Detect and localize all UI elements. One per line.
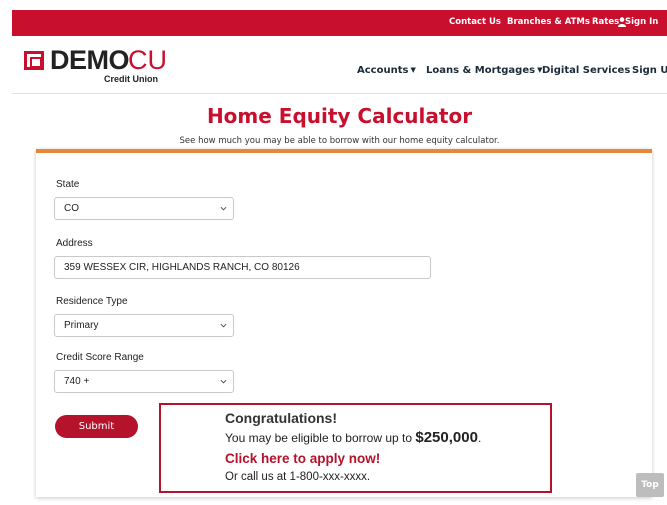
nav-loans-label: Loans & Mortgages	[426, 65, 536, 76]
logo-mark-icon	[24, 51, 44, 70]
eligible-amount: $250,000	[415, 429, 478, 446]
result-heading: Congratulations!	[225, 410, 337, 426]
browser-viewport: Contact Us Branches & ATMs Rates Sign In…	[12, 10, 667, 505]
nav-accounts-label: Accounts	[357, 65, 409, 76]
logo-accent: CU	[128, 45, 167, 75]
nav-sign-up[interactable]: Sign Up	[632, 65, 667, 76]
logo-wordmark: DEMO	[50, 45, 130, 75]
sign-in-link[interactable]: Sign In	[625, 17, 658, 27]
apply-now-link[interactable]: Click here to apply now!	[225, 451, 550, 466]
demo-cu-logo[interactable]: DEMO CU Credit Union	[24, 45, 174, 89]
state-select[interactable]: CO	[54, 197, 234, 220]
chevron-down-icon	[220, 206, 227, 211]
rates-link[interactable]: Rates	[592, 17, 619, 27]
address-label: Address	[56, 238, 93, 249]
contact-us-link[interactable]: Contact Us	[449, 17, 501, 27]
site-header: DEMO CU Credit Union Accounts ▼ Loans & M…	[12, 36, 667, 94]
branches-atms-link[interactable]: Branches & ATMs	[507, 17, 590, 27]
eligibility-line: You may be eligible to borrow up to $250…	[225, 429, 482, 446]
submit-button[interactable]: Submit	[55, 415, 138, 438]
logo-tagline: Credit Union	[104, 74, 158, 84]
nav-accounts[interactable]: Accounts ▼	[357, 65, 416, 76]
scroll-to-top-button[interactable]: Top	[636, 473, 664, 497]
calculator-form-card: State CO Address 359 WESSEX CIR, HIGHLAN…	[36, 149, 652, 497]
address-value: 359 WESSEX CIR, HIGHLANDS RANCH, CO 8012…	[64, 262, 300, 273]
chevron-down-icon	[220, 379, 227, 384]
chevron-down-icon: ▼	[410, 66, 416, 74]
residence-type-select[interactable]: Primary	[54, 314, 234, 337]
address-input[interactable]: 359 WESSEX CIR, HIGHLANDS RANCH, CO 8012…	[54, 256, 431, 279]
page-title: Home Equity Calculator	[206, 104, 473, 128]
credit-score-value: 740 +	[64, 376, 90, 387]
state-value: CO	[64, 203, 79, 214]
eligibility-text: You may be eligible to borrow up to	[225, 431, 413, 445]
chevron-down-icon	[220, 323, 227, 328]
residence-type-label: Residence Type	[56, 296, 128, 307]
result-box: Congratulations! You may be eligible to …	[159, 403, 552, 493]
credit-score-label: Credit Score Range	[56, 352, 144, 363]
nav-loans-mortgages[interactable]: Loans & Mortgages ▼	[426, 65, 542, 76]
residence-type-value: Primary	[64, 320, 99, 331]
state-label: State	[56, 179, 80, 190]
page-subtitle: See how much you may be able to borrow w…	[179, 136, 500, 146]
utility-bar: Contact Us Branches & ATMs Rates Sign In	[12, 10, 667, 36]
nav-digital-services[interactable]: Digital Services	[542, 65, 630, 76]
call-us-text: Or call us at 1-800-xxx-xxxx.	[225, 471, 371, 483]
credit-score-select[interactable]: 740 +	[54, 370, 234, 393]
